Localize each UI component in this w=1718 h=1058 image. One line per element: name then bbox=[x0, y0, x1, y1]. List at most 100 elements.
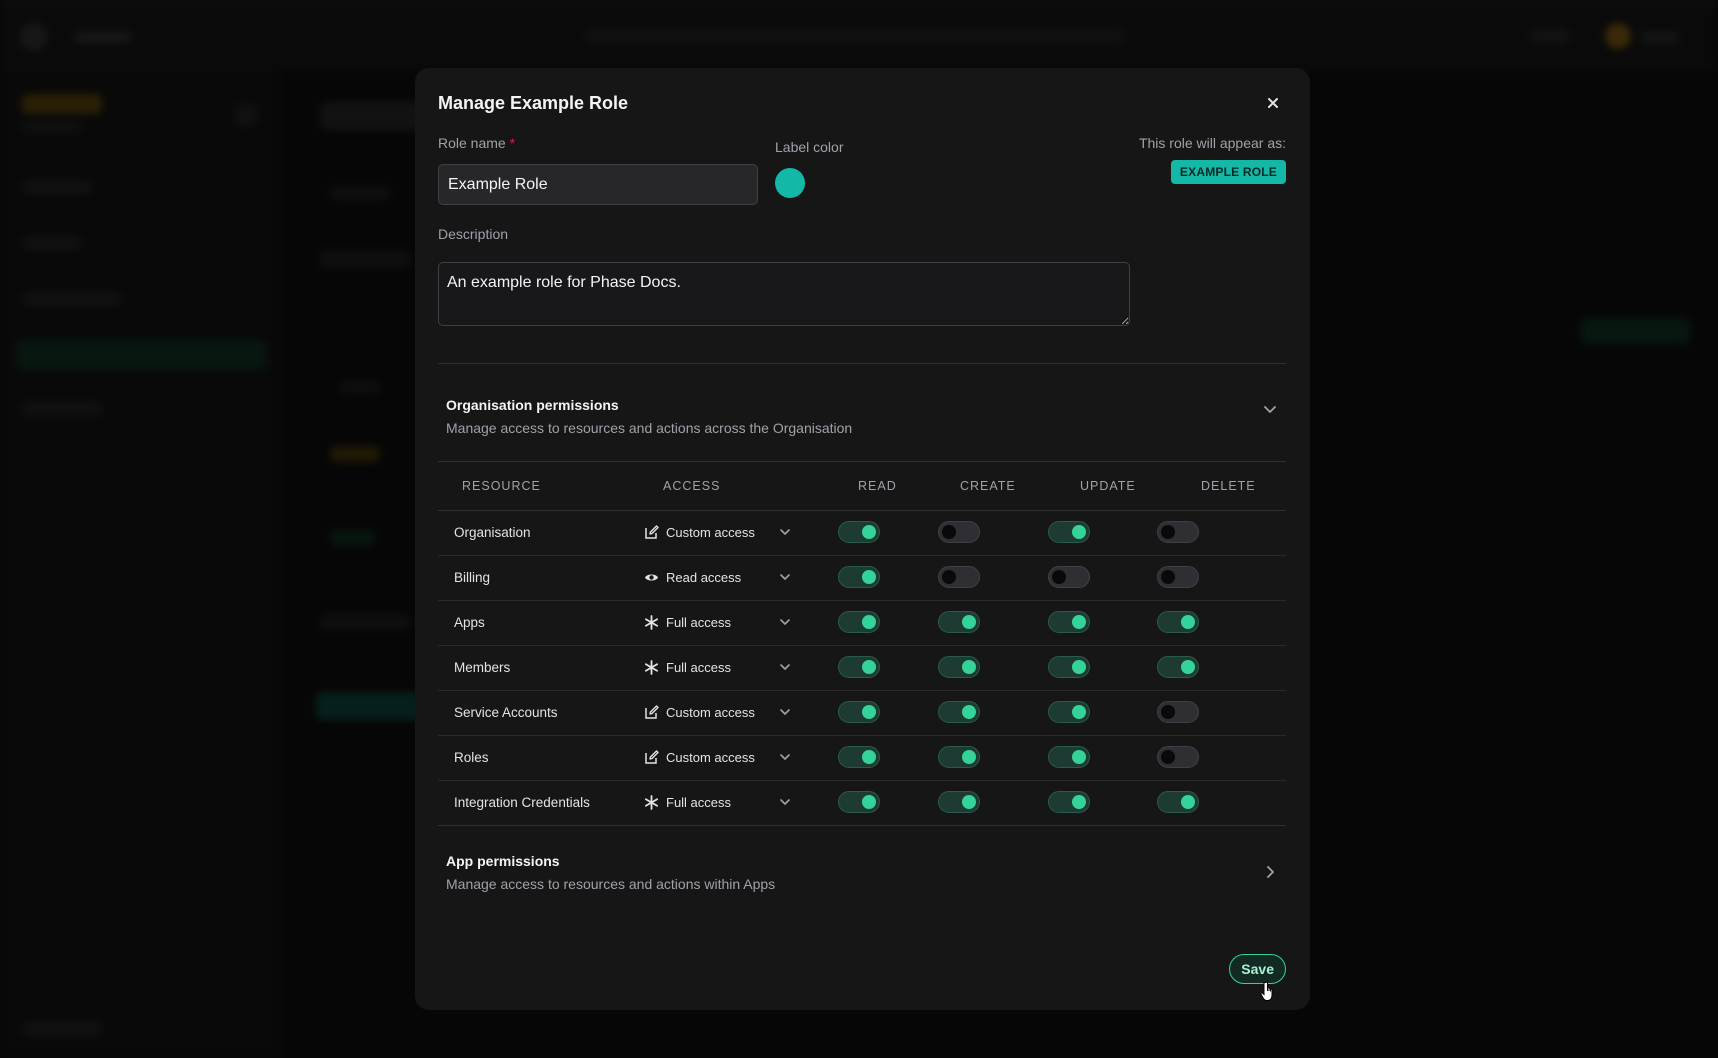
read-toggle[interactable] bbox=[838, 611, 880, 633]
org-permissions-title: Organisation permissions bbox=[446, 397, 619, 413]
table-row: Integration Credentials Full access bbox=[438, 781, 1286, 826]
app-permissions-title: App permissions bbox=[446, 853, 560, 869]
access-level-select[interactable]: Custom access bbox=[644, 519, 794, 547]
create-toggle[interactable] bbox=[938, 611, 980, 633]
chevron-down-icon bbox=[780, 799, 790, 805]
delete-toggle[interactable] bbox=[1157, 521, 1199, 543]
column-header-read: READ bbox=[858, 479, 897, 493]
column-header-delete: DELETE bbox=[1201, 479, 1256, 493]
chevron-down-icon bbox=[780, 574, 790, 580]
read-toggle[interactable] bbox=[838, 521, 880, 543]
read-toggle[interactable] bbox=[838, 656, 880, 678]
chevron-down-icon bbox=[780, 619, 790, 625]
toggle-knob bbox=[942, 570, 956, 584]
table-row: Roles Custom access bbox=[438, 736, 1286, 781]
app-permissions-toggle[interactable]: App permissions Manage access to resourc… bbox=[438, 826, 1286, 916]
manage-role-dialog: Manage Example Role Role name * Label co… bbox=[415, 68, 1310, 1010]
table-row: Organisation Custom access bbox=[438, 511, 1286, 556]
toggle-knob bbox=[962, 660, 976, 674]
table-row: Members Full access bbox=[438, 646, 1286, 691]
toggle-knob bbox=[1052, 570, 1066, 584]
delete-toggle[interactable] bbox=[1157, 611, 1199, 633]
access-level-label: Full access bbox=[666, 615, 732, 630]
table-header: RESOURCE ACCESS READ CREATE UPDATE DELET… bbox=[438, 462, 1286, 511]
update-toggle[interactable] bbox=[1048, 746, 1090, 768]
access-level-select[interactable]: Full access bbox=[644, 789, 794, 817]
save-button[interactable]: Save bbox=[1229, 954, 1286, 984]
chevron-right-icon bbox=[1267, 866, 1274, 878]
chevron-down-icon bbox=[1264, 406, 1276, 413]
read-toggle[interactable] bbox=[838, 746, 880, 768]
access-level-label: Read access bbox=[666, 570, 742, 585]
role-name-input[interactable] bbox=[438, 164, 758, 205]
asterisk-icon bbox=[644, 795, 659, 810]
read-toggle[interactable] bbox=[838, 566, 880, 588]
delete-toggle[interactable] bbox=[1157, 566, 1199, 588]
app-permissions-subtitle: Manage access to resources and actions w… bbox=[446, 876, 776, 892]
toggle-knob bbox=[1161, 525, 1175, 539]
toggle-knob bbox=[962, 705, 976, 719]
chevron-down-icon bbox=[780, 754, 790, 760]
create-toggle[interactable] bbox=[938, 656, 980, 678]
update-toggle[interactable] bbox=[1048, 521, 1090, 543]
required-asterisk: * bbox=[509, 135, 516, 151]
toggle-knob bbox=[862, 705, 876, 719]
toggle-knob bbox=[862, 660, 876, 674]
delete-toggle[interactable] bbox=[1157, 791, 1199, 813]
description-input[interactable]: An example role for Phase Docs. bbox=[438, 262, 1130, 326]
toggle-knob bbox=[1161, 570, 1175, 584]
update-toggle[interactable] bbox=[1048, 656, 1090, 678]
column-header-access: ACCESS bbox=[663, 479, 721, 493]
role-name-label: Role name * bbox=[438, 135, 515, 151]
access-level-label: Custom access bbox=[666, 750, 755, 765]
description-label: Description bbox=[438, 226, 509, 242]
read-toggle[interactable] bbox=[838, 701, 880, 723]
update-toggle[interactable] bbox=[1048, 566, 1090, 588]
delete-toggle[interactable] bbox=[1157, 746, 1199, 768]
resource-name: Service Accounts bbox=[454, 705, 558, 720]
update-toggle[interactable] bbox=[1048, 791, 1090, 813]
update-toggle[interactable] bbox=[1048, 701, 1090, 723]
edit-icon bbox=[644, 750, 659, 765]
label-color-picker[interactable] bbox=[775, 168, 805, 198]
edit-icon bbox=[644, 525, 659, 540]
resource-name: Apps bbox=[454, 615, 485, 630]
toggle-knob bbox=[962, 615, 976, 629]
access-level-label: Full access bbox=[666, 795, 732, 810]
access-level-select[interactable]: Custom access bbox=[644, 744, 794, 772]
toggle-knob bbox=[962, 750, 976, 764]
toggle-knob bbox=[1181, 660, 1195, 674]
delete-toggle[interactable] bbox=[1157, 701, 1199, 723]
resource-name: Organisation bbox=[454, 525, 531, 540]
table-row: Billing Read access bbox=[438, 556, 1286, 601]
create-toggle[interactable] bbox=[938, 746, 980, 768]
table-row: Service Accounts Custom access bbox=[438, 691, 1286, 736]
access-level-select[interactable]: Read access bbox=[644, 564, 794, 592]
close-button[interactable] bbox=[1264, 94, 1282, 112]
access-level-select[interactable]: Full access bbox=[644, 654, 794, 682]
toggle-knob bbox=[942, 525, 956, 539]
table-body: Organisation Custom access Billing Read acc… bbox=[438, 511, 1286, 826]
create-toggle[interactable] bbox=[938, 791, 980, 813]
appear-as-label: This role will appear as: bbox=[1138, 135, 1286, 151]
resource-name: Roles bbox=[454, 750, 489, 765]
delete-toggle[interactable] bbox=[1157, 656, 1199, 678]
access-level-select[interactable]: Custom access bbox=[644, 699, 794, 727]
access-level-select[interactable]: Full access bbox=[644, 609, 794, 637]
org-permissions-toggle[interactable]: Organisation permissions Manage access t… bbox=[438, 364, 1286, 454]
toggle-knob bbox=[1072, 615, 1086, 629]
create-toggle[interactable] bbox=[938, 701, 980, 723]
asterisk-icon bbox=[644, 660, 659, 675]
read-toggle[interactable] bbox=[838, 791, 880, 813]
close-icon bbox=[1268, 98, 1278, 108]
toggle-knob bbox=[862, 525, 876, 539]
role-name-label-text: Role name bbox=[438, 135, 506, 151]
create-toggle[interactable] bbox=[938, 566, 980, 588]
resource-name: Billing bbox=[454, 570, 491, 585]
toggle-knob bbox=[862, 570, 876, 584]
chevron-down-icon bbox=[780, 664, 790, 670]
edit-icon bbox=[644, 705, 659, 720]
update-toggle[interactable] bbox=[1048, 611, 1090, 633]
dialog-title: Manage Example Role bbox=[438, 93, 629, 113]
create-toggle[interactable] bbox=[938, 521, 980, 543]
